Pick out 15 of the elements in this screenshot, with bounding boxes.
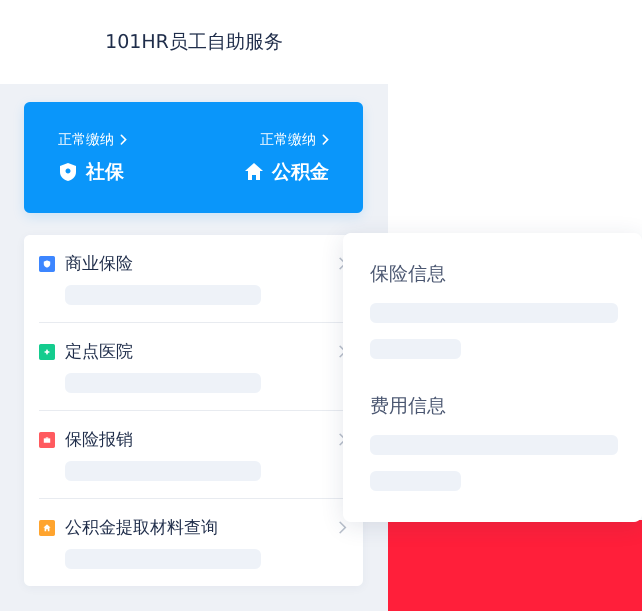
chevron-icon (120, 134, 127, 146)
service-item[interactable]: 公积金提取材料查询 (39, 499, 363, 586)
shield-icon (58, 162, 78, 182)
app-title: 101HR员工自助服务 (105, 30, 283, 55)
chevron-icon (338, 520, 347, 535)
service-title: 商业保险 (65, 253, 133, 275)
service-title: 保险报销 (65, 429, 133, 451)
service-title: 公积金提取材料查询 (65, 517, 218, 539)
section-heading: 保险信息 (370, 262, 447, 287)
chevron-icon (322, 134, 329, 146)
house-icon (244, 162, 264, 182)
service-title: 定点医院 (65, 341, 133, 363)
benefit-label: 社保 (86, 160, 124, 184)
section-heading: 费用信息 (370, 394, 447, 419)
benefit-label: 公积金 (272, 160, 329, 184)
